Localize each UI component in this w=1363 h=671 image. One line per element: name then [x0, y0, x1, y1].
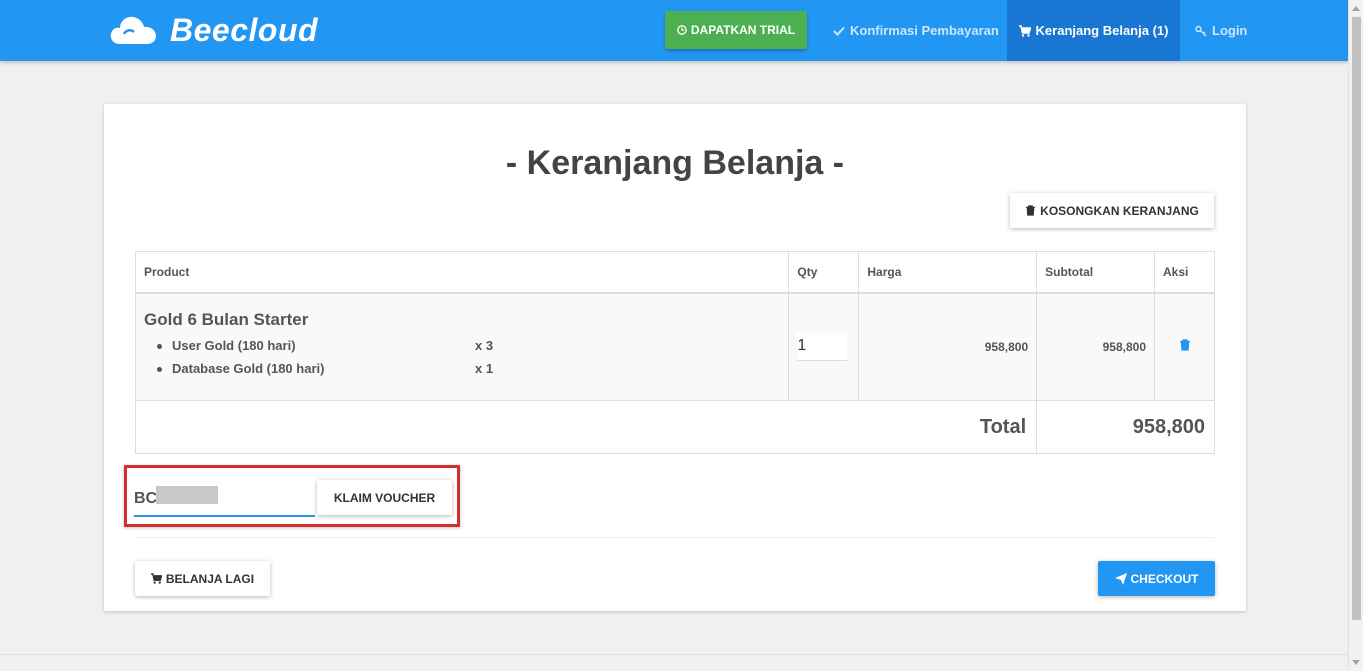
nav-login[interactable]: Login	[1195, 0, 1247, 61]
cart-card: - Keranjang Belanja - KOSONGKAN KERANJAN…	[104, 104, 1246, 611]
scroll-up-arrow[interactable]	[1352, 6, 1360, 11]
quantity-input[interactable]	[797, 332, 848, 361]
list-item: User Gold (180 hari) x 3	[156, 337, 780, 361]
trash-icon[interactable]	[1179, 339, 1191, 351]
scroll-thumb[interactable]	[1352, 17, 1361, 620]
checkout-button[interactable]: CHECKOUT	[1098, 561, 1215, 596]
product-cell: Gold 6 Bulan Starter User Gold (180 hari…	[134, 292, 790, 401]
voucher-highlight: KLAIM VOUCHER	[124, 465, 460, 527]
nav-cart-label: Keranjang Belanja (1)	[1035, 23, 1169, 38]
nav-cart[interactable]: Keranjang Belanja (1)	[1007, 0, 1180, 61]
list-item: Database Gold (180 hari) x 1	[156, 360, 780, 384]
shop-again-button[interactable]: BELANJA LAGI	[135, 561, 270, 596]
component-qty: x 3	[475, 337, 494, 353]
checkout-label: CHECKOUT	[1130, 571, 1199, 586]
cart-table: Product Qty Harga Subtotal Aksi Gold 6 B…	[134, 251, 1215, 454]
trial-label: DAPATKAN TRIAL	[690, 23, 796, 37]
nav-confirm-label: Konfirmasi Pembayaran	[850, 23, 999, 38]
trash-icon	[1026, 205, 1036, 216]
check-icon	[833, 26, 845, 36]
nav-confirm-payment[interactable]: Konfirmasi Pembayaran	[833, 0, 999, 61]
component-name: User Gold (180 hari)	[172, 337, 296, 353]
brand-name: Beecloud	[170, 11, 319, 48]
header-price: Harga	[858, 251, 1038, 294]
page-title: - Keranjang Belanja -	[505, 144, 845, 182]
navbar: Beecloud DAPATKAN TRIAL Konfirmasi Pemba…	[0, 0, 1348, 61]
subtotal-cell: 958,800	[1036, 292, 1156, 401]
cart-icon	[150, 573, 162, 584]
header-product: Product	[134, 251, 790, 294]
shop-again-label: BELANJA LAGI	[165, 571, 255, 586]
product-components: User Gold (180 hari) x 3 Database Gold (…	[144, 338, 780, 384]
trial-button[interactable]: DAPATKAN TRIAL	[665, 11, 807, 49]
footer-divider	[0, 654, 1348, 655]
component-qty: x 1	[475, 360, 494, 376]
total-label: Total	[134, 400, 1038, 454]
brand-logo[interactable]: Beecloud	[110, 10, 318, 50]
key-icon	[1195, 25, 1207, 36]
divider	[135, 537, 1215, 538]
cart-icon	[1018, 24, 1031, 37]
qty-cell	[788, 292, 860, 401]
header-subtotal: Subtotal	[1036, 251, 1156, 294]
nav-login-label: Login	[1212, 23, 1248, 38]
empty-cart-button[interactable]: KOSONGKAN KERANJANG	[1010, 193, 1214, 228]
total-row: Total 958,800	[134, 400, 1215, 454]
paper-plane-icon	[1114, 572, 1127, 585]
total-value: 958,800	[1036, 400, 1215, 454]
cloud-icon	[110, 16, 156, 44]
action-cell	[1154, 292, 1215, 401]
table-header-row: Product Qty Harga Subtotal Aksi	[134, 251, 1215, 294]
component-name: Database Gold (180 hari)	[172, 360, 325, 376]
header-action: Aksi	[1154, 251, 1215, 294]
price-cell: 958,800	[858, 292, 1038, 401]
claim-voucher-label: KLAIM VOUCHER	[333, 490, 436, 505]
claim-voucher-button[interactable]: KLAIM VOUCHER	[317, 480, 452, 515]
voucher-redaction	[156, 486, 218, 504]
empty-cart-label: KOSONGKAN KERANJANG	[1040, 203, 1199, 218]
clock-icon	[677, 25, 687, 35]
header-qty: Qty	[788, 251, 860, 294]
vertical-scrollbar[interactable]	[1348, 0, 1363, 671]
table-row: Gold 6 Bulan Starter User Gold (180 hari…	[134, 292, 1215, 401]
product-name: Gold 6 Bulan Starter	[144, 309, 309, 329]
scroll-down-arrow[interactable]	[1352, 660, 1360, 665]
